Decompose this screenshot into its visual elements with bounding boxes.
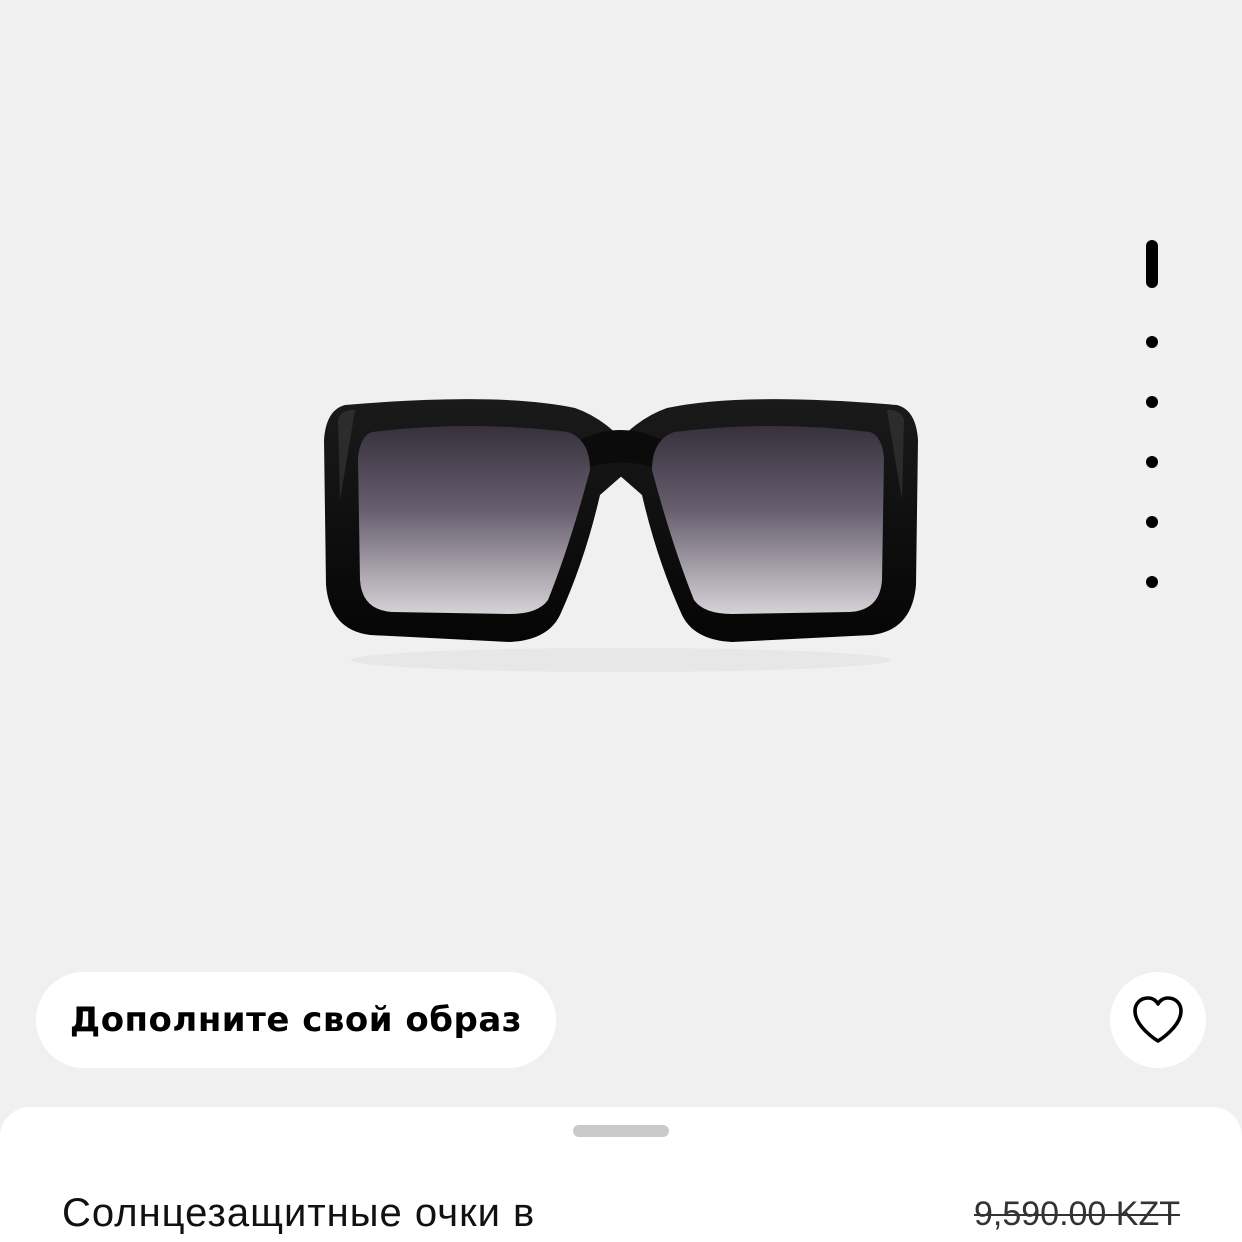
pager-dot-4[interactable] bbox=[1146, 456, 1158, 468]
complete-look-button[interactable]: Дополните свой образ bbox=[36, 972, 556, 1068]
product-page: Дополните свой образ Солнцезащитные очки… bbox=[0, 0, 1242, 1242]
pager-dot-5[interactable] bbox=[1146, 516, 1158, 528]
pager-dot-active[interactable] bbox=[1146, 240, 1158, 288]
heart-outline-icon bbox=[1133, 996, 1183, 1043]
pager-dot-2[interactable] bbox=[1146, 336, 1158, 348]
pager-dot-3[interactable] bbox=[1146, 396, 1158, 408]
pager-dot-6[interactable] bbox=[1146, 576, 1158, 588]
sunglasses bbox=[324, 399, 918, 672]
complete-look-label: Дополните свой образ bbox=[69, 1000, 523, 1040]
sheet-drag-handle[interactable] bbox=[573, 1125, 669, 1137]
product-photo[interactable] bbox=[0, 0, 1242, 1105]
favorite-button[interactable] bbox=[1110, 972, 1206, 1068]
gallery-pager bbox=[1140, 240, 1164, 600]
product-info-sheet[interactable]: Солнцезащитные очки в 9,590.00 KZT bbox=[0, 1107, 1242, 1242]
product-title: Солнцезащитные очки в bbox=[62, 1191, 536, 1235]
price-original: 9,590.00 KZT bbox=[973, 1195, 1180, 1233]
